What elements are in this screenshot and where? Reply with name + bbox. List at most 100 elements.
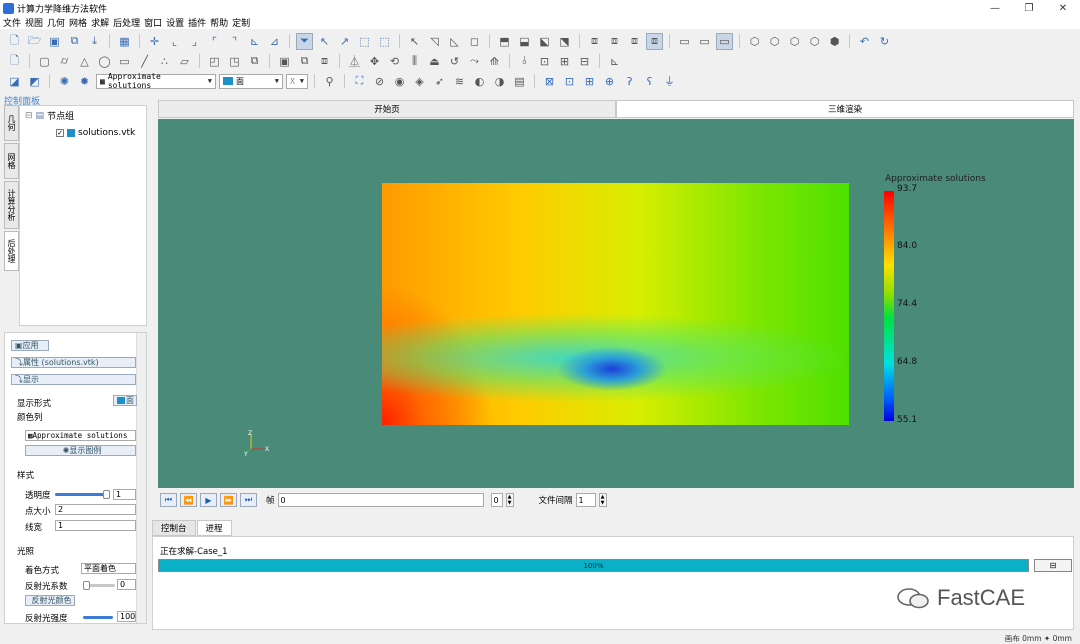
axis-neg-z-icon[interactable]: ⊿ (266, 33, 283, 50)
sphere-icon[interactable]: ◯ (96, 53, 113, 70)
tab-geometry[interactable]: 几何 (4, 105, 19, 141)
iso-3-icon[interactable]: ⬡ (786, 33, 803, 50)
opacity-slider[interactable] (55, 493, 107, 496)
tree-node-group[interactable]: ⊟ ▤ 节点组 (25, 109, 74, 123)
filter-icon[interactable]: ⏷ (296, 32, 313, 50)
menu-view[interactable]: 视图 (25, 16, 43, 29)
first-frame-button[interactable]: ⏮ (160, 493, 177, 507)
component-select[interactable]: X ▼ (286, 73, 308, 89)
visibility-checkbox[interactable]: ✓ (56, 129, 64, 137)
tab-3d-render[interactable]: 三维渲染 (616, 100, 1074, 118)
boolean-icon[interactable]: ⧉ (246, 53, 263, 70)
render-mode-select[interactable]: 面 ▼ (219, 73, 283, 89)
new-file-icon[interactable]: 🗋 (6, 33, 23, 50)
save-icon[interactable]: ▣ (46, 33, 63, 50)
reflection-intensity-slider[interactable] (83, 616, 113, 619)
mirror-icon[interactable]: ⏅ (346, 53, 363, 70)
menu-customize[interactable]: 定制 (232, 16, 250, 29)
revolve-icon[interactable]: ↺ (446, 53, 463, 70)
point-size-field[interactable]: 2 (55, 504, 136, 515)
export-video-icon[interactable]: ⊡ (561, 73, 578, 90)
axis-z-icon[interactable]: ⌜ (206, 33, 223, 50)
redo-icon[interactable]: ↻ (876, 33, 893, 50)
probe-icon[interactable]: ⚲ (321, 73, 338, 90)
cube-3-icon[interactable]: ⧈ (626, 33, 643, 50)
color-wheel-icon[interactable]: ✺ (56, 73, 73, 90)
box-select-cell-icon[interactable]: ⬚ (376, 33, 393, 50)
threshold-icon[interactable]: ◈ (411, 73, 428, 90)
tab-process[interactable]: 进程 (196, 520, 232, 536)
view-right-icon[interactable]: ⬔ (556, 33, 573, 50)
clear-icon[interactable]: ⏚ (661, 73, 678, 90)
grid-icon[interactable]: ▦ (116, 33, 133, 50)
frame-index-field[interactable]: 0 (490, 493, 503, 507)
measure-icon[interactable]: ⊞ (556, 53, 573, 70)
box-select-icon[interactable]: ⬚ (356, 33, 373, 50)
shading-select[interactable]: 平面着色 (81, 563, 136, 574)
show-legend-button[interactable]: ✺ 显示图例 (25, 445, 136, 456)
datum-icon[interactable]: ⊟ (576, 53, 593, 70)
pick-box-icon[interactable]: ◻ (466, 33, 483, 50)
slice-icon[interactable]: ⊘ (371, 73, 388, 90)
screenshot-icon[interactable]: ⊞ (581, 73, 598, 90)
fill-hole-icon[interactable]: ⊡ (536, 53, 553, 70)
opacity-field[interactable]: 1 (113, 489, 136, 500)
axis-x-icon[interactable]: ⌞ (166, 33, 183, 50)
table-icon[interactable]: ▤ (511, 73, 528, 90)
restore-button[interactable]: ❐ (1012, 0, 1046, 16)
iso-2-icon[interactable]: ⬡ (766, 33, 783, 50)
interval-spinner[interactable]: ▲ ▼ (598, 493, 607, 507)
menu-mesh[interactable]: 网格 (69, 16, 87, 29)
play-button[interactable]: ▶ (200, 493, 217, 507)
file-interval-field[interactable]: 1 (575, 493, 596, 507)
iso-5-icon[interactable]: ⬢ (826, 33, 843, 50)
menu-geometry[interactable]: 几何 (47, 16, 65, 29)
reflection-intensity-field[interactable]: 100 (117, 611, 136, 622)
extrude-icon[interactable]: ⏏ (426, 53, 443, 70)
sketch-icon[interactable]: ⊾ (606, 53, 623, 70)
vector-icon[interactable]: ➶ (431, 73, 448, 90)
move-icon[interactable]: ✥ (366, 53, 383, 70)
undo-icon[interactable]: ↶ (856, 33, 873, 50)
cube-1-icon[interactable]: ⧈ (586, 33, 603, 50)
frame-spinner[interactable]: ▲ ▼ (505, 493, 514, 507)
last-frame-button[interactable]: ⏭ (240, 493, 257, 507)
menu-solve[interactable]: 求解 (91, 16, 109, 29)
reflect-icon[interactable]: ◑ (491, 73, 508, 90)
axis-neg-x-icon[interactable]: ⌝ (226, 33, 243, 50)
rect-3-icon[interactable]: ▭ (716, 32, 733, 50)
clip-icon[interactable]: ⛶ (351, 73, 368, 90)
select-cell-icon[interactable]: ↗ (336, 33, 353, 50)
spline-2-icon[interactable]: ʕ (641, 73, 658, 90)
line-icon[interactable]: ╱ (136, 53, 153, 70)
opacity-slider-handle[interactable] (103, 490, 110, 499)
reflection-coef-field[interactable]: 0 (117, 579, 136, 590)
export-image-icon[interactable]: ⊠ (541, 73, 558, 90)
apply-button[interactable]: ▣ 应用 (11, 340, 49, 351)
reflection-color-button[interactable]: 反射光颜色 (25, 595, 75, 606)
view-left-icon[interactable]: ⬕ (536, 33, 553, 50)
tab-postprocess[interactable]: 后处理 (4, 231, 19, 271)
minimize-button[interactable]: — (978, 0, 1012, 16)
color-legend-icon[interactable]: ✹ (76, 73, 93, 90)
mesh-check-icon[interactable]: ◩ (26, 73, 43, 90)
export-icon[interactable]: ⤓ (86, 33, 103, 50)
cone-icon[interactable]: △ (76, 53, 93, 70)
spline-1-icon[interactable]: ʔ (621, 73, 638, 90)
rectangle-icon[interactable]: ▭ (116, 53, 133, 70)
properties-scrollbar[interactable] (136, 333, 146, 623)
view-back-icon[interactable]: ⬓ (516, 33, 533, 50)
line-width-field[interactable]: 1 (55, 520, 136, 531)
save-as-icon[interactable]: ⧉ (66, 33, 83, 50)
menu-postprocess[interactable]: 后处理 (113, 16, 140, 29)
display-form-select[interactable]: 面 (113, 395, 137, 406)
next-frame-button[interactable]: ⏩ (220, 493, 237, 507)
expand-icon[interactable]: ⊟ (25, 111, 33, 121)
sweep-icon[interactable]: ⤳ (466, 53, 483, 70)
loft-icon[interactable]: ⟰ (486, 53, 503, 70)
cylinder-icon[interactable]: ⌭ (56, 53, 73, 70)
axis-neg-y-icon[interactable]: ⊾ (246, 33, 263, 50)
close-button[interactable]: ✕ (1046, 0, 1080, 16)
cube-4-icon[interactable]: ⧈ (646, 32, 663, 50)
array-icon[interactable]: ⫼ (406, 53, 423, 70)
